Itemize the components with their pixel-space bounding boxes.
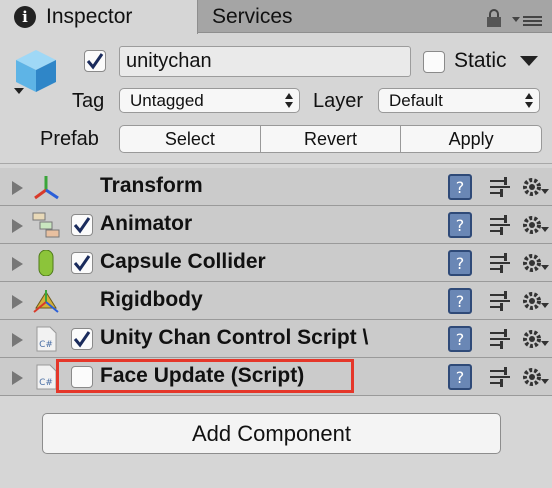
svg-text:?: ?	[456, 216, 465, 235]
add-component-button[interactable]: Add Component	[42, 413, 501, 454]
info-icon: i	[14, 6, 36, 28]
component-row-animator[interactable]: Animator ?	[0, 206, 552, 244]
static-checkbox[interactable]	[423, 51, 445, 73]
gear-icon[interactable]	[521, 251, 549, 275]
svg-text:C#: C#	[39, 378, 53, 388]
prefab-select-button[interactable]: Select	[120, 126, 261, 152]
help-book-icon[interactable]: ?	[447, 326, 473, 352]
prefab-apply-button[interactable]: Apply	[401, 126, 541, 152]
component-row-unity-chan-control-script[interactable]: C# Unity Chan Control Script \ ?	[0, 320, 552, 358]
svg-text:?: ?	[456, 178, 465, 197]
foldout-arrow-icon[interactable]	[12, 295, 23, 309]
highlight-box	[56, 359, 354, 393]
presets-icon[interactable]	[488, 176, 512, 198]
csharp-script-icon: C#	[36, 326, 57, 352]
tag-select-value: Untagged	[130, 91, 204, 110]
tag-select[interactable]: Untagged	[119, 88, 300, 113]
transform-icon	[34, 176, 59, 200]
presets-icon[interactable]	[488, 214, 512, 236]
panel-menu-icon[interactable]	[512, 12, 542, 28]
layer-label: Layer	[313, 90, 364, 112]
component-row-rigidbody[interactable]: Rigidbody ?	[0, 282, 552, 320]
foldout-arrow-icon[interactable]	[12, 181, 23, 195]
component-enabled-checkbox[interactable]	[71, 328, 93, 350]
svg-text:?: ?	[456, 254, 465, 273]
presets-icon[interactable]	[488, 252, 512, 274]
gear-icon[interactable]	[521, 327, 549, 351]
foldout-arrow-icon[interactable]	[12, 333, 23, 347]
tab-inspector[interactable]: i Inspector	[0, 0, 198, 34]
foldout-arrow-icon[interactable]	[12, 371, 23, 385]
svg-text:?: ?	[456, 292, 465, 311]
tab-services-label: Services	[212, 4, 293, 28]
component-name: Unity Chan Control Script \	[100, 326, 369, 349]
gear-icon[interactable]	[521, 175, 549, 199]
tab-bar: i Inspector Services	[0, 0, 552, 34]
checkmark-icon	[73, 217, 91, 234]
tab-services[interactable]: Services	[212, 0, 293, 33]
component-name: Rigidbody	[100, 288, 203, 311]
static-dropdown-arrow-icon[interactable]	[520, 56, 538, 66]
checkmark-icon	[73, 331, 91, 348]
foldout-arrow-icon[interactable]	[12, 257, 23, 271]
component-name: Animator	[100, 212, 193, 235]
help-book-icon[interactable]: ?	[447, 250, 473, 276]
layer-select[interactable]: Default	[378, 88, 540, 113]
checkmark-icon	[86, 53, 104, 70]
svg-text:C#: C#	[39, 340, 53, 350]
help-book-icon[interactable]: ?	[447, 364, 473, 390]
help-book-icon[interactable]: ?	[447, 212, 473, 238]
gear-icon[interactable]	[521, 365, 549, 389]
gameobject-header: unitychan Static Tag Untagged Layer Defa…	[0, 34, 552, 164]
presets-icon[interactable]	[488, 328, 512, 350]
presets-icon[interactable]	[488, 366, 512, 388]
foldout-arrow-icon[interactable]	[12, 219, 23, 233]
component-enabled-checkbox[interactable]	[71, 252, 93, 274]
component-row-capsule-collider[interactable]: Capsule Collider ?	[0, 244, 552, 282]
active-checkbox[interactable]	[84, 50, 106, 72]
svg-text:?: ?	[456, 330, 465, 349]
component-name: Capsule Collider	[100, 250, 266, 273]
gameobject-cube-icon[interactable]	[12, 46, 60, 98]
prefab-label: Prefab	[40, 128, 99, 150]
lock-icon[interactable]	[486, 9, 502, 27]
animator-icon	[32, 212, 60, 238]
gear-icon[interactable]	[521, 289, 549, 313]
updown-arrows-icon	[525, 93, 533, 108]
object-name-input[interactable]: unitychan	[119, 46, 411, 77]
help-book-icon[interactable]: ?	[447, 288, 473, 314]
presets-icon[interactable]	[488, 290, 512, 312]
static-label: Static	[454, 49, 507, 72]
layer-select-value: Default	[389, 91, 443, 110]
updown-arrows-icon	[285, 93, 293, 108]
prefab-button-group: Select Revert Apply	[119, 125, 542, 153]
capsule-collider-icon	[38, 250, 54, 276]
svg-text:?: ?	[456, 368, 465, 387]
component-row-transform[interactable]: Transform ?	[0, 168, 552, 206]
prefab-revert-button[interactable]: Revert	[261, 126, 402, 152]
tab-inspector-label: Inspector	[46, 5, 133, 28]
rigidbody-icon	[33, 290, 59, 313]
tag-label: Tag	[72, 90, 105, 112]
help-book-icon[interactable]: ?	[447, 174, 473, 200]
component-enabled-checkbox[interactable]	[71, 214, 93, 236]
checkmark-icon	[73, 255, 91, 272]
gear-icon[interactable]	[521, 213, 549, 237]
component-name: Transform	[100, 174, 203, 197]
